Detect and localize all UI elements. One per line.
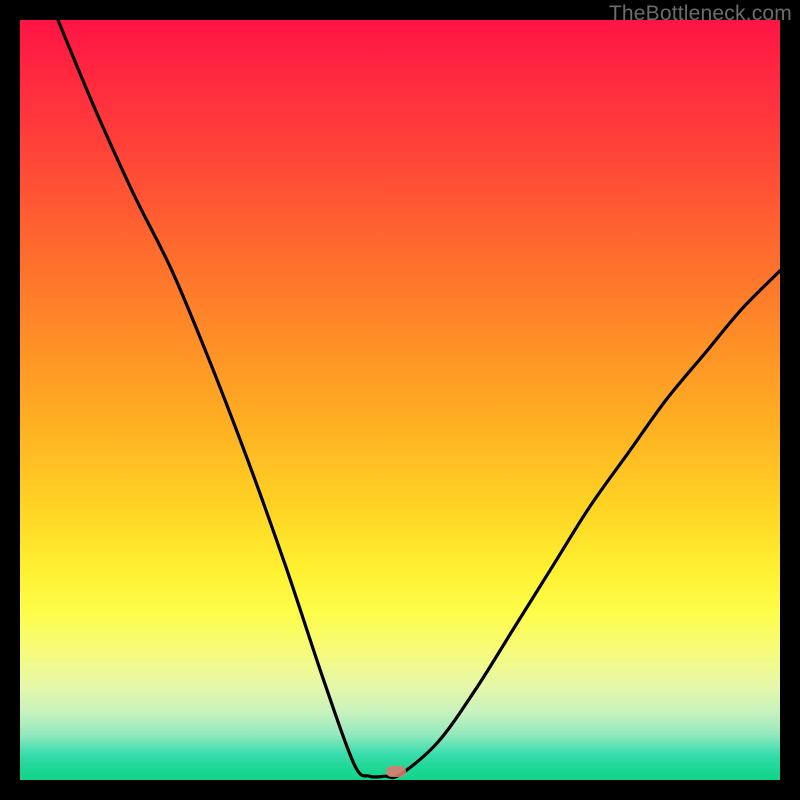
bottleneck-curve-path [58,20,780,778]
chart-container [20,20,780,780]
bottleneck-curve-svg [20,20,780,780]
optimum-marker [386,766,406,777]
